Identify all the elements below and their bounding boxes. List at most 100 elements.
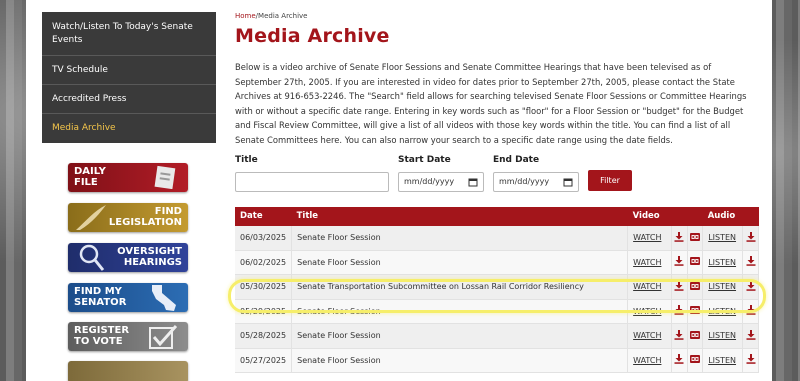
- document-icon: [154, 165, 176, 189]
- watch-cell: WATCH: [627, 225, 673, 251]
- breadcrumb: Home/Media Archive: [235, 12, 759, 22]
- capitol-promo-button[interactable]: [68, 361, 188, 381]
- filter-button[interactable]: Filter: [588, 169, 632, 191]
- promo-line2: Senator: [74, 297, 127, 308]
- download-icon[interactable]: [746, 354, 756, 366]
- row-title: Senate Floor Session: [291, 225, 629, 251]
- audio-download-cell: [742, 299, 759, 325]
- listen-link[interactable]: LISTEN: [708, 282, 736, 291]
- quill-icon: [76, 205, 106, 230]
- download-icon[interactable]: [674, 231, 684, 244]
- download-icon[interactable]: [674, 329, 684, 342]
- promo-line2: Legislation: [108, 217, 182, 228]
- download-icon[interactable]: [674, 305, 684, 317]
- checkbox-icon: [149, 325, 178, 349]
- start-date-placeholder: mm/dd/yyyy: [404, 176, 455, 186]
- download-icon[interactable]: [674, 280, 684, 293]
- video-download-cell: [671, 299, 688, 325]
- caption-cell: [687, 323, 704, 349]
- main-content: Home/Media Archive Media Archive Below i…: [235, 12, 759, 374]
- start-date-label: Start Date: [398, 154, 451, 165]
- listen-cell: LISTEN: [702, 299, 744, 325]
- row-date: 06/03/2025: [235, 225, 293, 251]
- sidebar-item-tv-schedule[interactable]: TV Schedule: [42, 56, 216, 85]
- header-date: Date: [240, 211, 263, 222]
- video-download-cell: [671, 348, 688, 374]
- listen-link[interactable]: LISTEN: [708, 331, 736, 340]
- caption-cell: [687, 299, 704, 325]
- row-title: Senate Transportation Subcommittee on Lo…: [291, 274, 629, 300]
- closed-caption-icon[interactable]: [689, 257, 700, 267]
- download-icon[interactable]: [746, 231, 756, 244]
- caption-cell: [687, 348, 704, 374]
- page-title: Media Archive: [235, 25, 390, 47]
- listen-link[interactable]: LISTEN: [708, 233, 736, 242]
- table-row: 05/29/2025 Senate Floor Session WATCH LISTE…: [235, 299, 759, 325]
- table-row: 06/02/2025 Senate Floor Session WATCH LISTE…: [235, 250, 759, 276]
- listen-link[interactable]: LISTEN: [708, 356, 736, 365]
- download-icon[interactable]: [746, 280, 756, 293]
- title-input[interactable]: [235, 171, 389, 192]
- closed-caption-icon[interactable]: [689, 355, 700, 365]
- watch-link[interactable]: WATCH: [633, 307, 661, 316]
- sidebar-item-watch-listen[interactable]: Watch/Listen To Today's Senate Events: [42, 12, 216, 56]
- watch-link[interactable]: WATCH: [633, 258, 661, 267]
- start-date-input[interactable]: mm/dd/yyyy: [398, 171, 484, 192]
- watch-cell: WATCH: [627, 274, 673, 300]
- listen-cell: LISTEN: [702, 348, 744, 374]
- magnifier-icon: [79, 244, 105, 271]
- download-icon[interactable]: [674, 256, 684, 268]
- listen-link[interactable]: LISTEN: [708, 307, 736, 316]
- row-title: Senate Floor Session: [291, 299, 629, 325]
- california-map-icon: [152, 285, 176, 311]
- download-icon[interactable]: [746, 329, 756, 342]
- breadcrumb-current: Media Archive: [258, 12, 308, 20]
- daily-file-button[interactable]: Daily File: [68, 163, 188, 192]
- register-to-vote-button[interactable]: Register To Vote: [68, 322, 188, 351]
- audio-download-cell: [742, 225, 759, 251]
- sidebar-item-accredited-press[interactable]: Accredited Press: [42, 85, 216, 114]
- closed-caption-icon[interactable]: [689, 232, 700, 243]
- promo-line1: Find: [154, 206, 182, 217]
- promo-line1: Daily: [74, 166, 106, 177]
- listen-cell: LISTEN: [702, 225, 744, 251]
- download-icon[interactable]: [746, 256, 756, 268]
- download-icon[interactable]: [674, 354, 684, 366]
- row-date: 05/29/2025: [235, 299, 293, 325]
- sidebar-item-label: TV Schedule: [52, 64, 108, 75]
- watch-link[interactable]: WATCH: [633, 282, 661, 291]
- listen-cell: LISTEN: [702, 250, 744, 276]
- promo-line1: Find My: [74, 286, 122, 297]
- watch-link[interactable]: WATCH: [633, 356, 661, 365]
- oversight-hearings-button[interactable]: Oversight Hearings: [68, 243, 188, 272]
- title-label: Title: [235, 154, 258, 165]
- download-icon[interactable]: [746, 305, 756, 317]
- end-date-label: End Date: [493, 154, 540, 165]
- listen-link[interactable]: LISTEN: [708, 258, 736, 267]
- calendar-icon[interactable]: [468, 177, 478, 187]
- table-row: 05/30/2025 Senate Transportation Subcommi…: [235, 274, 759, 300]
- watch-link[interactable]: WATCH: [633, 331, 661, 340]
- closed-caption-icon[interactable]: [689, 330, 700, 341]
- row-date: 05/30/2025: [235, 274, 293, 300]
- audio-download-cell: [742, 274, 759, 300]
- end-date-placeholder: mm/dd/yyyy: [499, 176, 550, 186]
- watch-link[interactable]: WATCH: [633, 233, 661, 242]
- calendar-icon[interactable]: [563, 177, 573, 187]
- table-row: 05/27/2025 Senate Floor Session WATCH LISTE…: [235, 348, 759, 374]
- sidebar-item-media-archive[interactable]: Media Archive: [42, 114, 216, 143]
- table-row: 05/28/2025 Senate Floor Session WATCH LISTE…: [235, 323, 759, 349]
- closed-caption-icon[interactable]: [689, 306, 700, 316]
- breadcrumb-home-link[interactable]: Home: [235, 12, 256, 20]
- end-date-input[interactable]: mm/dd/yyyy: [493, 171, 579, 192]
- sidebar-item-label: Accredited Press: [52, 93, 127, 104]
- video-download-cell: [671, 225, 688, 251]
- find-my-senator-button[interactable]: Find My Senator: [68, 283, 188, 312]
- promo-line2: To Vote: [74, 336, 123, 347]
- media-archive-table: Date Title Video Audio 06/03/2025 Senate …: [235, 206, 759, 374]
- listen-cell: LISTEN: [702, 274, 744, 300]
- header-video: Video: [632, 211, 660, 222]
- closed-caption-icon[interactable]: [689, 281, 700, 292]
- row-date: 05/27/2025: [235, 348, 293, 374]
- find-legislation-button[interactable]: Find Legislation: [68, 203, 188, 232]
